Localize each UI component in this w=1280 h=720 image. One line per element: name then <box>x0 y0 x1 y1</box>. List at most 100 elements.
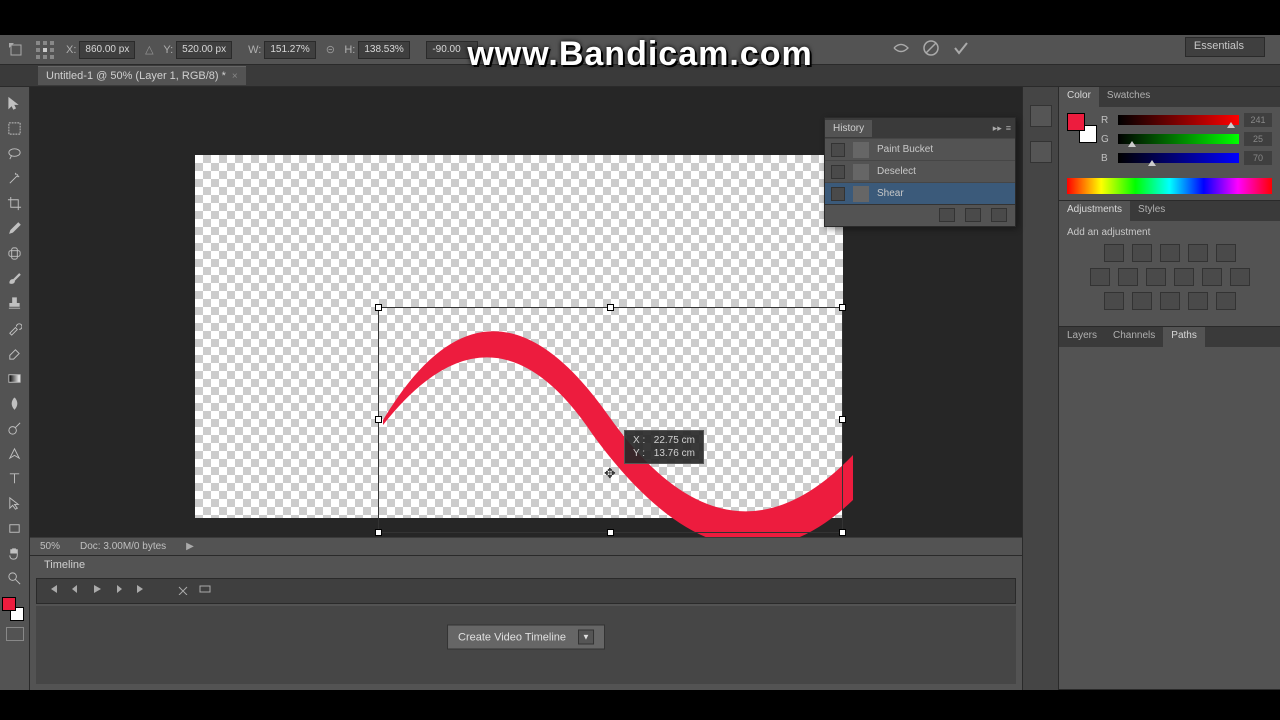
channels-tab[interactable]: Channels <box>1105 327 1163 347</box>
adj-icon[interactable] <box>1160 244 1180 262</box>
history-snapshot-icon[interactable] <box>965 208 981 222</box>
b-slider[interactable] <box>1118 153 1239 163</box>
history-item-checkbox[interactable] <box>831 165 845 179</box>
path-select-tool[interactable] <box>2 491 28 515</box>
color-tab[interactable]: Color <box>1059 87 1099 107</box>
eraser-tool[interactable] <box>2 341 28 365</box>
prev-frame-icon[interactable] <box>69 582 81 600</box>
commit-transform-icon[interactable] <box>952 39 970 60</box>
goto-first-icon[interactable] <box>47 582 59 600</box>
adjustments-tab[interactable]: Adjustments <box>1059 201 1130 221</box>
dodge-tool[interactable] <box>2 416 28 440</box>
marquee-tool[interactable] <box>2 116 28 140</box>
adj-icon[interactable] <box>1104 244 1124 262</box>
adj-icon[interactable] <box>1090 268 1110 286</box>
create-video-timeline-button[interactable]: Create Video Timeline ▼ <box>447 625 605 650</box>
history-menu-icon[interactable]: ≡ <box>1006 123 1011 134</box>
zoom-tool[interactable] <box>2 566 28 590</box>
color-swatches[interactable] <box>2 597 26 621</box>
healing-tool[interactable] <box>2 241 28 265</box>
zoom-level[interactable]: 50% <box>40 541 60 552</box>
pen-tool[interactable] <box>2 441 28 465</box>
link-xy-icon[interactable]: △ <box>141 42 157 58</box>
swatches-tab[interactable]: Swatches <box>1099 87 1158 107</box>
quick-mask-toggle[interactable] <box>6 627 24 641</box>
handle-top-right[interactable] <box>839 304 846 311</box>
shape-tool[interactable] <box>2 516 28 540</box>
history-brush-tool[interactable] <box>2 316 28 340</box>
history-delete-icon[interactable] <box>991 208 1007 222</box>
adj-icon[interactable] <box>1160 292 1180 310</box>
play-icon[interactable] <box>91 582 103 600</box>
transition-icon[interactable] <box>199 582 211 600</box>
fg-swatch[interactable] <box>1067 113 1085 131</box>
hand-tool[interactable] <box>2 541 28 565</box>
adj-icon[interactable] <box>1118 268 1138 286</box>
angle-input[interactable]: -90.00 <box>426 41 478 59</box>
x-input[interactable]: 860.00 px <box>79 41 135 59</box>
handle-top-left[interactable] <box>375 304 382 311</box>
adj-icon[interactable] <box>1216 292 1236 310</box>
cancel-transform-icon[interactable] <box>922 39 940 60</box>
type-tool[interactable] <box>2 466 28 490</box>
collapsed-panel-icon[interactable] <box>1030 105 1052 127</box>
adj-icon[interactable] <box>1202 268 1222 286</box>
history-item[interactable]: Paint Bucket <box>825 138 1015 160</box>
link-wh-icon[interactable]: ⊝ <box>322 42 338 58</box>
g-slider[interactable] <box>1118 134 1239 144</box>
handle-mid-left[interactable] <box>375 416 382 423</box>
adj-icon[interactable] <box>1104 292 1124 310</box>
history-item-checkbox[interactable] <box>831 143 845 157</box>
history-item-checkbox[interactable] <box>831 187 845 201</box>
next-frame-icon[interactable] <box>113 582 125 600</box>
adj-icon[interactable] <box>1146 268 1166 286</box>
gradient-tool[interactable] <box>2 366 28 390</box>
brush-tool[interactable] <box>2 266 28 290</box>
color-spectrum[interactable] <box>1067 178 1272 194</box>
blur-tool[interactable] <box>2 391 28 415</box>
anchor-grid-icon[interactable] <box>30 39 60 61</box>
adj-icon[interactable] <box>1132 244 1152 262</box>
goto-last-icon[interactable] <box>135 582 147 600</box>
adj-icon[interactable] <box>1216 244 1236 262</box>
warp-icon[interactable] <box>892 39 910 60</box>
workspace-select[interactable]: Essentials <box>1185 37 1265 57</box>
layers-tab[interactable]: Layers <box>1059 327 1105 347</box>
history-item[interactable]: Shear <box>825 182 1015 204</box>
history-new-doc-icon[interactable] <box>939 208 955 222</box>
handle-top-mid[interactable] <box>607 304 614 311</box>
adj-icon[interactable] <box>1230 268 1250 286</box>
handle-bottom-mid[interactable] <box>607 529 614 536</box>
adj-icon[interactable] <box>1188 244 1208 262</box>
b-value[interactable]: 70 <box>1244 151 1272 165</box>
adj-icon[interactable] <box>1132 292 1152 310</box>
w-input[interactable]: 151.27% <box>264 41 316 59</box>
foreground-color[interactable] <box>2 597 16 611</box>
paths-tab[interactable]: Paths <box>1163 327 1205 347</box>
lasso-tool[interactable] <box>2 141 28 165</box>
document-canvas[interactable]: ✥ X : 22.75 cm Y : 13.76 cm <box>195 155 843 518</box>
transform-center-icon[interactable]: ✥ <box>604 465 616 482</box>
handle-mid-right[interactable] <box>839 416 846 423</box>
document-tab[interactable]: Untitled-1 @ 50% (Layer 1, RGB/8) * × <box>38 66 246 85</box>
adj-icon[interactable] <box>1188 292 1208 310</box>
adj-icon[interactable] <box>1174 268 1194 286</box>
status-play-icon[interactable]: ▶ <box>186 541 194 552</box>
g-value[interactable]: 25 <box>1244 132 1272 146</box>
crop-tool[interactable] <box>2 191 28 215</box>
close-tab-icon[interactable]: × <box>232 71 238 82</box>
split-icon[interactable] <box>177 582 189 600</box>
color-swatch-preview[interactable] <box>1067 113 1093 139</box>
history-collapse-icon[interactable]: ▸▸ <box>993 123 1002 134</box>
transform-bounding-box[interactable]: ✥ X : 22.75 cm Y : 13.76 cm <box>378 307 843 533</box>
history-item[interactable]: Deselect <box>825 160 1015 182</box>
create-btn-dropdown-icon[interactable]: ▼ <box>578 630 594 645</box>
h-input[interactable]: 138.53% <box>358 41 410 59</box>
collapsed-panel-icon[interactable] <box>1030 141 1052 163</box>
handle-bottom-right[interactable] <box>839 529 846 536</box>
wand-tool[interactable] <box>2 166 28 190</box>
y-input[interactable]: 520.00 px <box>176 41 232 59</box>
timeline-tab[interactable]: Timeline <box>36 556 93 574</box>
handle-bottom-left[interactable] <box>375 529 382 536</box>
styles-tab[interactable]: Styles <box>1130 201 1173 221</box>
